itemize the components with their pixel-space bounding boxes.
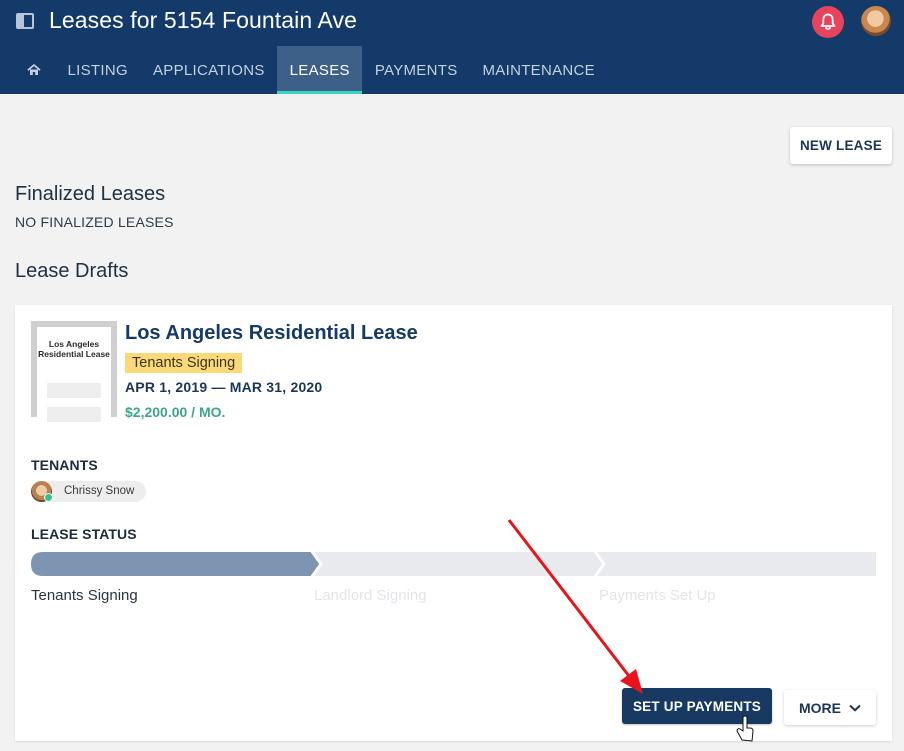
- progress-step-tenants-signing: [31, 552, 320, 576]
- tab-payments[interactable]: PAYMENTS: [362, 46, 470, 94]
- thumbnail-title: Los Angeles Residential Lease: [38, 339, 110, 359]
- user-avatar[interactable]: [861, 6, 891, 36]
- thumbnail-page: Los Angeles Residential Lease: [37, 327, 111, 422]
- page-title: Leases for 5154 Fountain Ave: [49, 7, 357, 33]
- thumbnail-line: [47, 407, 101, 422]
- app-header: Leases for 5154 Fountain Ave LISTING APP…: [0, 0, 904, 94]
- thumbnail-line: [47, 383, 101, 398]
- tenant-chip[interactable]: Chrissy Snow: [31, 481, 147, 502]
- online-status-dot: [44, 493, 53, 502]
- status-badge: Tenants Signing: [125, 353, 243, 373]
- home-icon: [27, 64, 41, 75]
- main-nav: LISTING APPLICATIONS LEASES PAYMENTS MAI…: [0, 46, 608, 94]
- lease-draft-card: Los Angeles Residential Lease Los Angele…: [15, 305, 892, 741]
- more-button[interactable]: MORE: [784, 690, 876, 725]
- lease-document-thumbnail[interactable]: Los Angeles Residential Lease: [31, 321, 117, 422]
- lease-drafts-heading: Lease Drafts: [15, 260, 129, 282]
- finalized-empty-text: NO FINALIZED LEASES: [15, 214, 174, 230]
- tenant-name: Chrissy Snow: [64, 485, 135, 497]
- finalized-leases-heading: Finalized Leases: [15, 183, 166, 205]
- step-tenants-signing: Tenants Signing: [31, 587, 138, 604]
- step-payments-set-up: Payments Set Up: [599, 587, 716, 604]
- tab-leases[interactable]: LEASES: [277, 46, 363, 94]
- lease-title[interactable]: Los Angeles Residential Lease: [125, 322, 418, 345]
- tab-listing[interactable]: LISTING: [55, 46, 140, 94]
- step-landlord-signing: Landlord Signing: [314, 587, 427, 604]
- lease-dates: APR 1, 2019 — MAR 31, 2020: [125, 379, 323, 395]
- sidebar-toggle-icon[interactable]: [16, 13, 34, 29]
- nav-home[interactable]: [0, 46, 55, 94]
- notifications-bell-icon[interactable]: [812, 6, 844, 38]
- lease-status-label: LEASE STATUS: [31, 526, 137, 542]
- more-label: MORE: [799, 699, 841, 716]
- tab-maintenance[interactable]: MAINTENANCE: [470, 46, 607, 94]
- chevron-down-icon: [849, 704, 861, 712]
- tenants-label: TENANTS: [31, 457, 98, 473]
- set-up-payments-button[interactable]: SET UP PAYMENTS: [622, 688, 772, 724]
- new-lease-button[interactable]: NEW LEASE: [790, 127, 892, 164]
- lease-rent: $2,200.00 / MO.: [125, 404, 226, 420]
- lease-status-progress: [31, 552, 876, 576]
- tab-applications[interactable]: APPLICATIONS: [140, 46, 277, 94]
- bell-icon: [820, 13, 836, 31]
